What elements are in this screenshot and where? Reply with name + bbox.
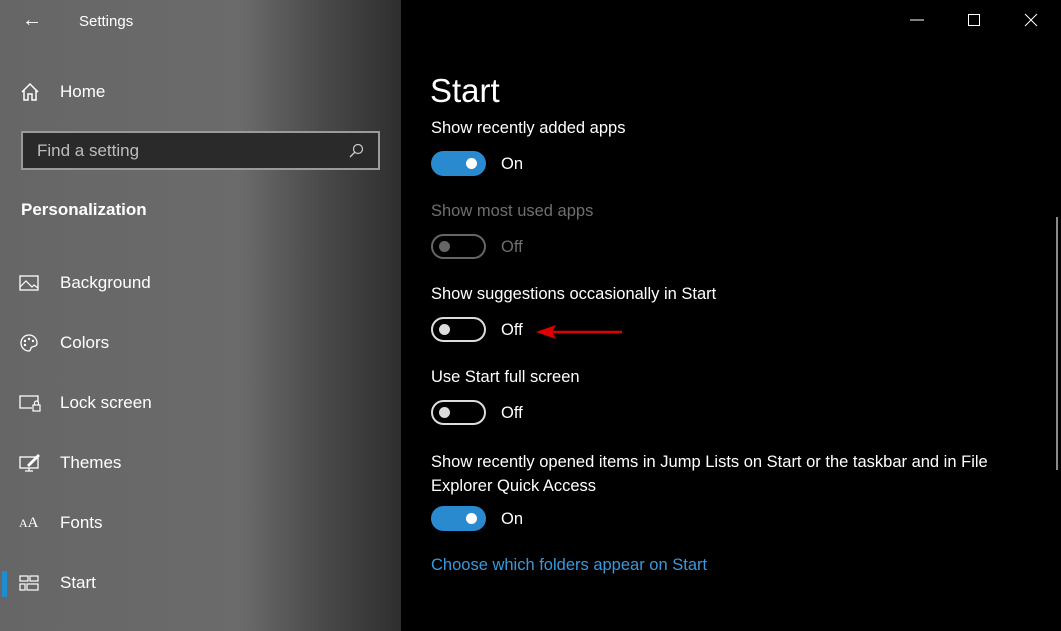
- setting-label: Use Start full screen: [431, 368, 580, 386]
- maximize-icon[interactable]: [964, 10, 984, 30]
- palette-icon: [20, 334, 38, 352]
- image-icon: [19, 275, 39, 291]
- sidebar-item-colors[interactable]: Colors: [0, 323, 401, 363]
- sidebar-item-label: Colors: [60, 333, 110, 352]
- minimize-icon[interactable]: [907, 10, 927, 30]
- app-title: Settings: [79, 13, 134, 30]
- start-tiles-icon: [19, 575, 39, 591]
- toggle-suggestions[interactable]: [431, 317, 486, 342]
- toggle-recently-added[interactable]: [431, 151, 486, 176]
- toggle-state: On: [501, 510, 524, 528]
- sidebar: ← Settings Home Find a setting Personali…: [0, 0, 401, 631]
- sidebar-item-label: Themes: [60, 453, 122, 472]
- search-placeholder: Find a setting: [37, 140, 140, 160]
- toggle-state: Off: [501, 404, 523, 422]
- close-icon[interactable]: [1021, 10, 1041, 30]
- back-arrow-icon[interactable]: ←: [22, 9, 42, 32]
- toggle-jump-lists[interactable]: [431, 506, 486, 531]
- sidebar-item-fonts[interactable]: AA Fonts: [0, 503, 401, 543]
- toggle-state: On: [501, 155, 524, 173]
- sidebar-item-label: Background: [60, 273, 151, 292]
- section-heading: Personalization: [21, 200, 147, 219]
- red-arrow-annotation: [536, 325, 622, 339]
- sidebar-item-home[interactable]: Home: [20, 82, 105, 102]
- setting-label: Show suggestions occasionally in Start: [431, 285, 717, 303]
- sidebar-item-background[interactable]: Background: [0, 263, 401, 303]
- setting-label: Show recently opened items in Jump Lists…: [431, 453, 988, 495]
- sidebar-item-themes[interactable]: Themes: [0, 443, 401, 483]
- search-icon: [349, 143, 364, 157]
- sidebar-item-start[interactable]: Start: [0, 563, 401, 603]
- lock-screen-icon: [19, 395, 41, 412]
- toggle-full-screen[interactable]: [431, 400, 486, 425]
- search-input[interactable]: Find a setting: [21, 131, 380, 170]
- sidebar-item-label: Fonts: [60, 513, 103, 532]
- setting-label: Show recently added apps: [431, 119, 626, 137]
- sidebar-item-label: Start: [60, 573, 96, 592]
- home-icon: [21, 82, 39, 101]
- toggle-state: Off: [501, 321, 523, 339]
- choose-folders-link[interactable]: Choose which folders appear on Start: [431, 556, 707, 575]
- sidebar-item-label: Lock screen: [60, 393, 152, 412]
- home-label: Home: [60, 82, 106, 101]
- toggle-most-used: [431, 234, 486, 259]
- setting-label: Show most used apps: [431, 202, 594, 220]
- scrollbar[interactable]: [1056, 217, 1058, 470]
- fonts-icon: AA: [19, 514, 39, 531]
- content-pane: Start Show recently added apps On Show m…: [401, 0, 1061, 631]
- sidebar-item-lock-screen[interactable]: Lock screen: [0, 383, 401, 423]
- toggle-state: Off: [501, 238, 523, 256]
- page-title: Start: [430, 72, 500, 109]
- themes-icon: [19, 454, 40, 472]
